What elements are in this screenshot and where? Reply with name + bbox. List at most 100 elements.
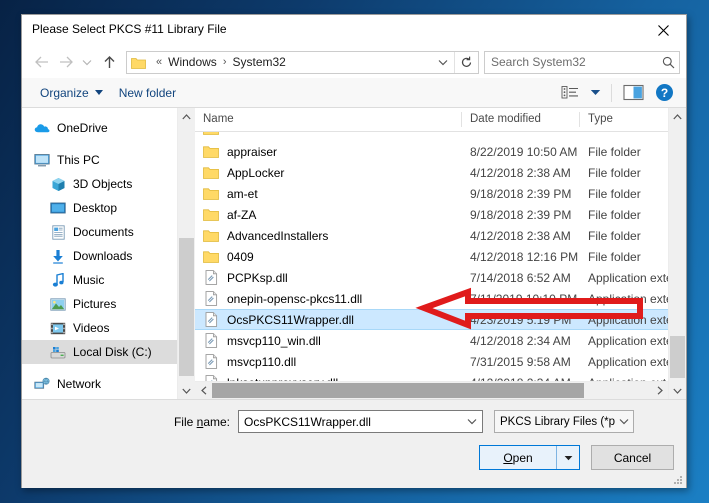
chevron-down-icon [94,90,103,95]
scroll-up-icon[interactable] [178,108,195,125]
file-name-cell: msvcp110_win.dll [195,333,462,349]
sidebar-item-music[interactable]: Music [22,268,177,292]
table-row[interactable]: af-ZA 9/18/2018 2:39 PM File folder [195,204,668,225]
table-row[interactable]: PCPKsp.dll 7/14/2018 6:52 AM Application… [195,267,668,288]
network-icon [34,376,50,392]
file-list-scrollbar[interactable] [668,108,686,399]
file-date-cell: 4/12/2018 2:38 AM [470,228,571,243]
cancel-button[interactable]: Cancel [591,445,674,470]
file-date-cell: 4/23/2019 5:19 PM [470,312,572,327]
title-bar: Please Select PKCS #11 Library File [22,15,686,46]
file-name-cell: appraiser [195,144,462,160]
sidebar-item-3d-objects[interactable]: 3D Objects [22,172,177,196]
file-name-input[interactable] [239,413,462,430]
sidebar-item-desktop[interactable]: Desktop [22,196,177,220]
sidebar-item-documents[interactable]: Documents [22,220,177,244]
dll-file-icon [203,333,219,349]
view-list-icon[interactable] [557,81,585,105]
organize-label: Organize [40,85,89,100]
search-icon[interactable] [657,56,679,69]
up-one-level-icon[interactable] [96,49,122,75]
file-name-text: PCPKsp.dll [227,270,288,285]
file-type-cell: File folder [588,165,641,180]
sidebar-item-label: Local Disk (C:) [73,345,152,359]
new-folder-button[interactable]: New folder [111,82,184,104]
open-dropdown-icon[interactable] [556,446,579,469]
file-list-pane: Name Date modified Type appraiser 8/22/2… [195,108,668,399]
file-name-cell: AppLocker [195,165,462,181]
file-name-text: msvcp110.dll [227,354,297,369]
file-type-cell: Application exten [588,291,668,306]
table-row[interactable]: am-et 9/18/2018 2:39 PM File folder [195,183,668,204]
file-date-cell: 4/12/2018 2:34 AM [470,333,571,348]
address-bar[interactable]: « Windows › System32 [126,50,479,74]
dll-file-icon [203,270,219,286]
scroll-up-icon[interactable] [669,108,686,125]
sidebar-item-label: OneDrive [57,121,108,135]
sidebar-item-onedrive[interactable]: OneDrive [22,116,177,140]
sidebar-item-videos[interactable]: Videos [22,316,177,340]
scroll-left-icon[interactable] [195,382,212,399]
address-dropdown-icon[interactable] [432,52,454,73]
file-name-text: msvcp110_win.dll [227,333,321,348]
preview-pane-icon[interactable] [620,81,648,105]
sidebar-item-local-disk-c[interactable]: Local Disk (C:) [22,340,177,364]
breadcrumb-system32[interactable]: System32 [231,55,286,69]
column-header-name[interactable]: Name [195,112,462,127]
file-date-cell: 4/12/2018 2:38 AM [470,165,571,180]
open-button-label[interactable]: Open [480,446,556,469]
forward-icon[interactable] [54,49,78,75]
table-row[interactable]: 0409 4/12/2018 12:16 PM File folder [195,246,668,267]
sidebar-item-network[interactable]: Network [22,372,177,396]
scroll-down-icon[interactable] [669,382,686,399]
table-row[interactable]: msvcp110_win.dll 4/12/2018 2:34 AM Appli… [195,330,668,351]
dll-file-icon [203,291,219,307]
open-label-post: pen [512,450,533,465]
scroll-down-icon[interactable] [178,382,195,399]
horizontal-scroll-thumb[interactable] [212,383,584,398]
table-row[interactable]: lpksetupproxyserv.dll 4/12/2018 2:34 AM … [195,372,668,381]
file-name-cell: msvcp110.dll [195,354,462,370]
help-icon[interactable]: ? [650,81,678,105]
open-button[interactable]: Open [479,445,580,470]
search-box[interactable] [484,50,680,74]
sidebar-item-pictures[interactable]: Pictures [22,292,177,316]
file-type-cell: File folder [588,144,641,159]
column-header-type[interactable]: Type [580,112,668,127]
sidebar-scroll-thumb[interactable] [179,238,194,376]
back-icon[interactable] [30,49,54,75]
table-row[interactable]: appraiser 8/22/2019 10:50 AM File folder [195,141,668,162]
file-name-cell: OcsPKCS11Wrapper.dll [195,312,462,328]
column-header-date-modified[interactable]: Date modified [462,112,580,127]
table-row[interactable]: AppLocker 4/12/2018 2:38 AM File folder [195,162,668,183]
scroll-right-icon[interactable] [651,382,668,399]
table-row-selected[interactable]: OcsPKCS11Wrapper.dll 4/23/2019 5:19 PM A… [195,309,668,330]
sidebar-scrollbar[interactable] [177,108,195,399]
file-list-scroll-thumb[interactable] [670,336,685,378]
file-name-dropdown-icon[interactable] [462,418,482,425]
music-note-icon [50,272,66,288]
table-row[interactable]: AdvancedInstallers 4/12/2018 2:38 AM Fil… [195,225,668,246]
table-row[interactable]: onepin-opensc-pkcs11.dll 7/11/2019 10:10… [195,288,668,309]
file-name-cell: am-et [195,186,462,202]
view-dropdown-icon[interactable] [587,81,603,105]
sidebar-item-this-pc[interactable]: This PC [22,148,177,172]
table-row[interactable]: msvcp110.dll 7/31/2015 9:58 AM Applicati… [195,351,668,372]
refresh-icon[interactable] [454,51,478,73]
breadcrumb-overflow[interactable]: « [151,56,167,68]
search-input[interactable] [485,54,657,70]
resize-grip[interactable] [672,474,683,485]
file-list-horizontal-scrollbar[interactable] [195,381,668,399]
close-icon[interactable] [640,15,686,45]
file-rows: appraiser 8/22/2019 10:50 AM File folder… [195,132,668,381]
file-type-filter-dropdown[interactable]: PKCS Library Files (*pkcs*.dll;*p [494,410,634,433]
videos-icon [50,320,66,336]
svg-text:?: ? [660,86,667,100]
sidebar-item-downloads[interactable]: Downloads [22,244,177,268]
dialog-footer: File name: PKCS Library Files (*pkcs*.dl… [22,400,686,488]
breadcrumb-windows[interactable]: Windows [167,55,218,69]
file-name-field[interactable] [238,410,483,433]
organize-button[interactable]: Organize [32,82,111,104]
recent-locations-icon[interactable] [78,49,96,75]
file-type-filter-value: PKCS Library Files (*pkcs*.dll;*p [500,415,615,428]
